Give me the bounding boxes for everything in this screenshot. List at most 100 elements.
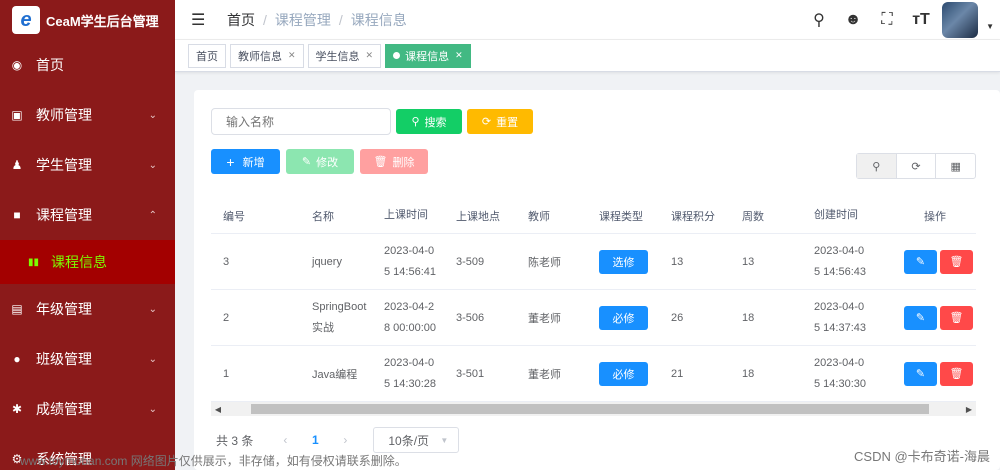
column-header[interactable]: 上课地点 bbox=[456, 208, 528, 224]
scrollbar-thumb[interactable] bbox=[251, 404, 929, 414]
page-size-select[interactable]: 10条/页 ▼ bbox=[373, 427, 460, 453]
cell-time-line: 2023-04-2 bbox=[384, 300, 435, 313]
column-header[interactable]: 上课时间 bbox=[384, 205, 456, 226]
pagination-total: 共 3 条 bbox=[216, 433, 254, 448]
page-number[interactable]: 1 bbox=[303, 433, 327, 447]
column-header[interactable]: 编号 bbox=[211, 208, 312, 224]
cell-id: 1 bbox=[223, 367, 230, 380]
table-row[interactable]: 2 SpringBoot 实战 2023-04-2 8 00:00:00 3-5… bbox=[211, 290, 976, 346]
toggle-search-button[interactable]: ⚲ bbox=[857, 154, 897, 178]
cell-teacher: 董老师 bbox=[528, 368, 561, 381]
trash-icon: 🗑 bbox=[949, 256, 964, 268]
tag-course-info[interactable]: 课程信息 ✕ bbox=[385, 43, 471, 68]
app-logo[interactable]: e CeaM学生后台管理 bbox=[0, 0, 175, 40]
column-header[interactable]: 课程类型 bbox=[599, 208, 671, 224]
cell-name-line: jquery bbox=[312, 255, 342, 268]
tag-teacher-info[interactable]: 教师信息 ✕ bbox=[230, 43, 304, 68]
column-header[interactable]: 名称 bbox=[312, 208, 384, 224]
table-row[interactable]: 1 Java编程 2023-04-0 5 14:30:28 3-501 董老师 … bbox=[211, 346, 976, 402]
cell-name-line: Java编程 bbox=[312, 368, 358, 381]
course-table: 编号 名称 上课时间 上课地点 教师 课程类型 课程积分 周数 创建时间 操作 … bbox=[211, 198, 976, 402]
sidebar-item-scores[interactable]: ✱ 成绩管理 ⌄ bbox=[0, 384, 175, 434]
row-delete-button[interactable]: 🗑 bbox=[940, 361, 973, 386]
column-header[interactable]: 创建时间 bbox=[814, 205, 904, 226]
horizontal-scrollbar[interactable]: ◀ ▶ bbox=[211, 402, 976, 416]
cell-created: 2023-04-0 5 14:56:43 bbox=[814, 241, 904, 283]
search-icon[interactable]: ⚲ bbox=[802, 10, 836, 30]
course-type-tag[interactable]: 选修 bbox=[599, 249, 648, 274]
sidebar-item-label: 教师管理 bbox=[36, 107, 92, 123]
course-type-tag[interactable]: 必修 bbox=[599, 305, 648, 330]
next-page-icon[interactable]: › bbox=[327, 433, 363, 447]
reset-button[interactable]: ⟳ 重置 bbox=[467, 109, 533, 134]
scroll-left-icon[interactable]: ◀ bbox=[211, 405, 225, 414]
breadcrumb-home[interactable]: 首页 bbox=[227, 10, 255, 30]
search-input[interactable] bbox=[211, 108, 391, 135]
row-delete-button[interactable]: 🗑 bbox=[940, 249, 973, 274]
sidebar-item-grades[interactable]: ▤ 年级管理 ⌄ bbox=[0, 284, 175, 334]
logo-icon: e bbox=[12, 6, 40, 34]
cell-time-line: 2023-04-0 bbox=[384, 244, 435, 257]
navbar: ☰ 首页 / 课程管理 / 课程信息 ⚲ ☻ ⛶ тT ▼ bbox=[175, 0, 1000, 40]
add-button[interactable]: + 新增 bbox=[211, 149, 280, 174]
fullscreen-icon[interactable]: ⛶ bbox=[870, 11, 904, 29]
row-delete-button[interactable]: 🗑 bbox=[940, 305, 973, 330]
cell-type: 选修 bbox=[599, 249, 671, 274]
cell-type: 必修 bbox=[599, 361, 671, 386]
sidebar-item-course-info[interactable]: ▮▮ 课程信息 bbox=[0, 240, 175, 284]
cell-name: Java编程 bbox=[312, 366, 384, 382]
font-size-icon[interactable]: тT bbox=[904, 11, 938, 29]
cell-name: SpringBoot 实战 bbox=[312, 297, 384, 339]
delete-button[interactable]: 🗑 删除 bbox=[360, 149, 428, 174]
sidebar-item-students[interactable]: ♟ 学生管理 ⌄ bbox=[0, 140, 175, 190]
row-edit-button[interactable]: ✎ bbox=[904, 249, 937, 274]
cell-teacher: 董老师 bbox=[528, 312, 561, 325]
reset-button-label: 重置 bbox=[496, 116, 519, 129]
sidebar-item-courses[interactable]: ■ 课程管理 ⌃ bbox=[0, 190, 175, 240]
avatar[interactable] bbox=[942, 2, 978, 38]
sidebar-item-home[interactable]: ◉ 首页 bbox=[0, 40, 175, 90]
columns-button[interactable]: ▦ bbox=[936, 154, 975, 178]
trash-icon: 🗑 bbox=[949, 368, 964, 380]
refresh-button[interactable]: ⟳ bbox=[897, 154, 937, 178]
cell-weeks: 18 bbox=[742, 367, 755, 380]
caret-down-icon[interactable]: ▼ bbox=[986, 22, 994, 31]
prev-page-icon[interactable]: ‹ bbox=[267, 433, 303, 447]
column-header[interactable]: 课程积分 bbox=[671, 208, 742, 224]
row-edit-button[interactable]: ✎ bbox=[904, 361, 937, 386]
add-button-label: 新增 bbox=[242, 156, 265, 169]
scroll-right-icon[interactable]: ▶ bbox=[962, 405, 976, 414]
sidebar-item-label: 首页 bbox=[36, 57, 64, 73]
search-button-label: 搜索 bbox=[424, 116, 447, 129]
cell-time-line: 8 00:00:00 bbox=[384, 321, 436, 334]
chevron-down-icon: ⌄ bbox=[148, 403, 157, 415]
cell-id: 3 bbox=[223, 255, 230, 268]
cell-place: 3-506 bbox=[456, 311, 485, 324]
close-icon[interactable]: ✕ bbox=[455, 50, 463, 61]
edit-button[interactable]: ✎ 修改 bbox=[286, 149, 354, 174]
close-icon[interactable]: ✕ bbox=[366, 50, 374, 61]
table-row[interactable]: 3 jquery 2023-04-0 5 14:56:41 3-509 陈老师 … bbox=[211, 234, 976, 290]
cell-teacher: 陈老师 bbox=[528, 256, 561, 269]
column-header[interactable]: 教师 bbox=[528, 208, 599, 224]
cell-credit: 26 bbox=[671, 311, 684, 324]
cell-created-line: 2023-04-0 bbox=[814, 356, 865, 369]
column-header[interactable]: 周数 bbox=[742, 208, 814, 224]
github-icon[interactable]: ☻ bbox=[836, 11, 870, 29]
search-button[interactable]: ⚲ 搜索 bbox=[396, 109, 462, 134]
row-edit-button[interactable]: ✎ bbox=[904, 305, 937, 330]
close-icon[interactable]: ✕ bbox=[288, 50, 296, 61]
cell-weeks: 18 bbox=[742, 311, 755, 324]
right-toolbar: ⚲ ⟳ ▦ bbox=[856, 153, 976, 179]
sidebar-item-label: 课程信息 bbox=[51, 254, 108, 270]
tag-home[interactable]: 首页 bbox=[188, 43, 226, 68]
tag-student-info[interactable]: 学生信息 ✕ bbox=[307, 43, 382, 68]
plus-icon: + bbox=[226, 153, 235, 170]
sidebar-item-teachers[interactable]: ▣ 教师管理 ⌄ bbox=[0, 90, 175, 140]
cell-actions: ✎ 🗑 bbox=[904, 305, 976, 330]
cell-time-line: 5 14:56:41 bbox=[384, 265, 436, 278]
chevron-down-icon: ⌄ bbox=[148, 353, 157, 365]
sidebar-item-classes[interactable]: ● 班级管理 ⌄ bbox=[0, 334, 175, 384]
course-type-tag[interactable]: 必修 bbox=[599, 361, 648, 386]
hamburger-icon[interactable]: ☰ bbox=[191, 10, 211, 30]
